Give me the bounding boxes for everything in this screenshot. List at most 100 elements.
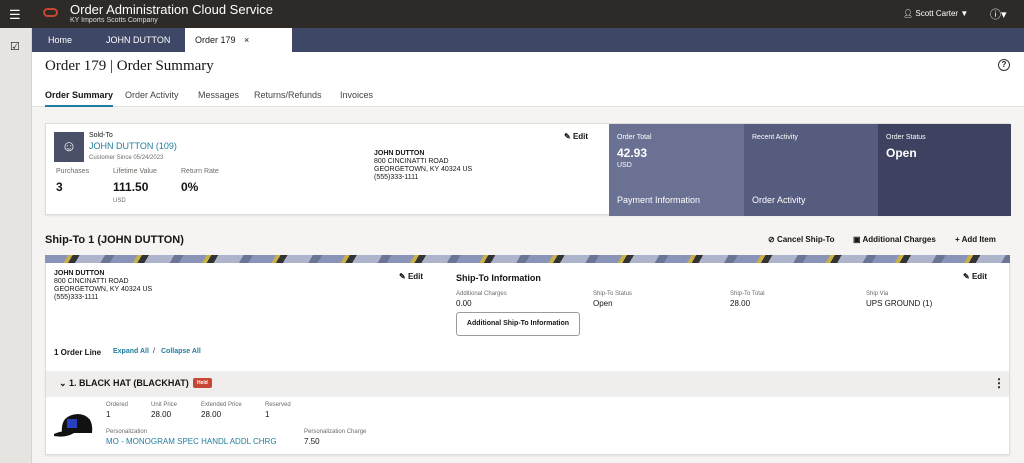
tasks-checkbox-icon[interactable]: ☑ <box>10 40 20 53</box>
order-status-label: Order Status <box>886 134 926 141</box>
address-line: JOHN DUTTON <box>374 150 425 157</box>
customer-link[interactable]: JOHN DUTTON (109) <box>89 141 177 151</box>
recent-activity-label: Recent Activity <box>752 134 798 141</box>
subtab-returns-refunds[interactable]: Returns/Refunds <box>254 90 322 100</box>
recent-activity-tile[interactable]: Recent Activity Order Activity <box>744 124 878 216</box>
add-item-button[interactable]: + Add Item <box>955 235 996 244</box>
hamburger-menu-icon[interactable]: ☰ <box>9 7 21 23</box>
edit-address-button[interactable]: ✎ Edit <box>399 272 423 281</box>
expand-all-link[interactable]: Expand All <box>113 348 149 355</box>
ordered-label: Ordered <box>106 402 129 408</box>
address-line: JOHN DUTTON <box>54 270 105 277</box>
extended-price-label: Extended Price <box>201 402 242 408</box>
tab-home[interactable]: Home <box>48 28 72 52</box>
pencil-icon: ✎ <box>963 272 972 281</box>
order-line-header[interactable]: ⌄ 1. BLACK HAT (BLACKHAT) Held ⋮ <box>46 371 1009 397</box>
subtab-messages[interactable]: Messages <box>198 90 239 100</box>
top-bar: ☰ Order Administration Cloud Service KY … <box>0 0 1024 28</box>
additional-charges-label: Additional Charges <box>456 291 507 297</box>
more-options-icon[interactable]: ⋮ <box>993 376 1005 390</box>
user-icon: 👤︎ <box>903 9 916 18</box>
order-line-count: 1 Order Line <box>54 348 102 357</box>
address-line: GEORGETOWN, KY 40324 US <box>374 166 473 173</box>
order-line-title[interactable]: ⌄ 1. BLACK HAT (BLACKHAT) <box>59 378 189 389</box>
sold-to-label: Sold-To <box>89 132 113 139</box>
ship-to-title: Ship-To 1 (JOHN DUTTON) <box>45 234 184 246</box>
subtab-invoices[interactable]: Invoices <box>340 90 373 100</box>
order-activity-link[interactable]: Order Activity <box>752 195 806 205</box>
additional-ship-to-info-button[interactable]: Additional Ship-To Information <box>456 312 580 336</box>
ship-via-label: Ship Via <box>866 291 889 297</box>
help-menu-icon[interactable]: ⓘ▾ <box>990 6 1007 22</box>
edit-ship-to-info-button[interactable]: ✎ Edit <box>963 272 987 281</box>
tab-label: Order 179 <box>195 35 236 45</box>
edit-label: Edit <box>971 272 988 281</box>
black-hat-image <box>54 414 93 437</box>
user-name: Scott Carter <box>915 9 959 18</box>
ship-to-card: JOHN DUTTON 800 CINCINATTI ROAD GEORGETO… <box>45 263 1010 455</box>
oracle-logo <box>43 8 58 17</box>
ship-to-banner <box>45 255 1010 263</box>
chevron-down-icon: ⌄ <box>59 378 70 388</box>
tab-order-179[interactable]: Order 179 × <box>185 28 292 52</box>
reserved-value: 1 <box>265 410 270 419</box>
address-line: 800 CINCINATTI ROAD <box>374 158 449 165</box>
app-title: Order Administration Cloud Service <box>70 2 274 17</box>
unit-price-value: 28.00 <box>151 410 172 419</box>
cancel-ship-to-button[interactable]: ⊘ Cancel Ship-To <box>768 235 835 244</box>
sold-to-card: ☺ Sold-To JOHN DUTTON (109) Customer Sin… <box>45 123 1011 216</box>
user-menu[interactable]: 👤︎ Scott Carter ▼ <box>903 9 968 18</box>
address-line: 800 CINCINATTI ROAD <box>54 278 129 285</box>
pencil-icon: ✎ <box>564 132 573 141</box>
order-total-value: 42.93 <box>617 146 648 160</box>
address-line: GEORGETOWN, KY 40324 US <box>54 286 153 293</box>
ship-to-total-label: Ship-To Total <box>730 291 765 297</box>
address-line: (555)333-1111 <box>54 294 99 301</box>
plus-icon: + <box>955 235 962 244</box>
ordered-value: 1 <box>106 410 111 419</box>
ship-to-address: JOHN DUTTON 800 CINCINATTI ROAD GEORGETO… <box>54 270 152 302</box>
order-total-label: Order Total <box>617 134 652 141</box>
order-total-tile[interactable]: Order Total 42.93 USD Payment Informatio… <box>609 124 744 216</box>
purchases-value: 3 <box>56 180 63 194</box>
title-bar: Order 179 | Order Summary ? <box>32 52 1024 82</box>
order-status-tile: Order Status Open <box>878 124 1011 216</box>
tab-john-dutton[interactable]: JOHN DUTTON <box>106 28 170 52</box>
collapse-all-link[interactable]: Collapse All <box>161 348 201 355</box>
personalization-charge-value: 7.50 <box>304 437 320 446</box>
ship-via-value: UPS GROUND (1) <box>866 299 933 308</box>
subtab-order-activity[interactable]: Order Activity <box>125 90 179 100</box>
ship-to-status-value: Open <box>593 299 613 308</box>
additional-charges-button[interactable]: ▣ Additional Charges <box>853 235 936 244</box>
page-title: Order 179 | Order Summary <box>45 58 214 74</box>
add-item-label: Add Item <box>961 235 996 244</box>
personalization-charge-label: Personalization Charge <box>304 429 367 435</box>
separator: / <box>153 348 155 355</box>
address-line: (555)333-1111 <box>374 174 419 181</box>
ship-to-info-title: Ship-To Information <box>456 273 541 283</box>
caret-down-icon: ▼ <box>960 9 969 18</box>
cancel-label: Cancel Ship-To <box>776 235 835 244</box>
lifetime-label: Lifetime Value <box>113 168 157 175</box>
return-label: Return Rate <box>181 168 219 175</box>
unit-price-label: Unit Price <box>151 402 178 408</box>
left-sidebar: ☑ <box>0 28 32 463</box>
personalization-link[interactable]: MO - MONOGRAM SPEC HANDL ADDL CHRG <box>106 437 277 446</box>
edit-label: Edit <box>572 132 589 141</box>
charges-label: Additional Charges <box>862 235 936 244</box>
close-icon[interactable]: × <box>244 35 249 45</box>
order-status-value: Open <box>886 146 917 160</box>
lifetime-currency: USD <box>113 198 126 204</box>
help-icon[interactable]: ? <box>998 59 1010 71</box>
app-subtitle: KY Imports Scotts Company <box>70 17 158 24</box>
lifetime-value: 111.50 <box>113 180 149 194</box>
held-badge: Held <box>193 378 212 388</box>
edit-label: Edit <box>407 272 424 281</box>
subtab-order-summary[interactable]: Order Summary <box>45 90 114 107</box>
reserved-label: Reserved <box>265 402 291 408</box>
avatar-person-icon: ☺ <box>54 132 84 162</box>
edit-sold-to-button[interactable]: ✎ Edit <box>564 132 588 141</box>
payment-information-link[interactable]: Payment Information <box>617 195 700 205</box>
ship-to-status-label: Ship-To Status <box>593 291 633 297</box>
personalization-label: Personalization <box>106 429 148 435</box>
